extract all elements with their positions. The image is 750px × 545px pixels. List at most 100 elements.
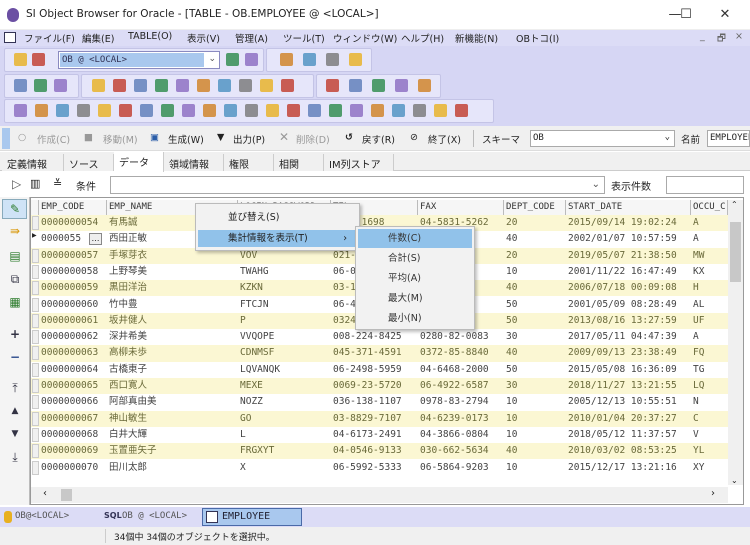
connect-icon[interactable] bbox=[14, 53, 27, 66]
csv-export-icon[interactable]: ▦ bbox=[8, 295, 22, 309]
cell-occu-c[interactable]: A bbox=[691, 215, 728, 231]
server-icon[interactable] bbox=[134, 79, 147, 92]
cell-fax[interactable]: 06-4922-6587 bbox=[418, 378, 504, 394]
table-index-icon[interactable] bbox=[56, 104, 69, 117]
cell-emp-code[interactable]: 0000000068 bbox=[39, 427, 107, 443]
row-selector[interactable] bbox=[32, 313, 39, 328]
cell-fax[interactable]: 0280-82-0083 bbox=[418, 329, 504, 345]
menu-item-show-summary[interactable]: 集計情報を表示(T) › bbox=[198, 230, 357, 247]
delete-row-icon[interactable]: − bbox=[8, 350, 22, 364]
table-row[interactable]: 0000000067 神山敏生 GO 03-8829-7107 04-6239-0173… bbox=[31, 410, 728, 427]
cell-occu-c[interactable]: AL bbox=[691, 297, 728, 313]
cell-login-password[interactable]: MEXE bbox=[238, 378, 331, 394]
row-selector[interactable] bbox=[32, 411, 39, 426]
sequence-icon[interactable] bbox=[182, 104, 195, 117]
add-row-icon[interactable]: + bbox=[8, 327, 22, 341]
package-icon[interactable] bbox=[119, 104, 132, 117]
cell-emp-code[interactable]: 0000000061 bbox=[39, 313, 107, 329]
cell-emp-code[interactable]: 0000000057 bbox=[39, 248, 107, 264]
cell-fax[interactable]: 0978-83-2794 bbox=[418, 394, 504, 410]
cell-occu-c[interactable]: MW bbox=[691, 248, 728, 264]
cell-dept-code[interactable]: 40 bbox=[504, 345, 566, 361]
row-selector[interactable] bbox=[32, 264, 39, 279]
user-icon[interactable] bbox=[92, 79, 105, 92]
cell-occu-c[interactable]: A bbox=[691, 329, 728, 345]
create-button[interactable]: 作成(C) bbox=[37, 132, 70, 146]
row-selector[interactable] bbox=[32, 395, 39, 410]
menu-file[interactable]: ファイル(F) bbox=[24, 31, 75, 45]
lib-icon[interactable] bbox=[434, 104, 447, 117]
task-sql[interactable]: OB @ <LOCAL> bbox=[122, 511, 187, 521]
cell-emp-code[interactable]: 0000000054 bbox=[39, 215, 107, 231]
row-selector[interactable] bbox=[32, 362, 39, 377]
table-row[interactable]: 0000000068 白井大輝 L 04-6173-2491 04-3866-0804 1… bbox=[31, 427, 728, 443]
tab-source[interactable]: ソース bbox=[64, 154, 114, 171]
key-icon[interactable] bbox=[35, 104, 48, 117]
help-book-icon[interactable] bbox=[349, 79, 362, 92]
cell-emp-code[interactable]: 0000000060 bbox=[39, 297, 107, 313]
reload-icon[interactable] bbox=[245, 53, 258, 66]
cell-occu-c[interactable]: LQ bbox=[691, 378, 728, 394]
condition-input[interactable]: ⌄ bbox=[110, 176, 605, 194]
menu-manage[interactable]: 管理(A) bbox=[235, 31, 268, 45]
cell-fax[interactable]: 04-3866-0804 bbox=[418, 427, 504, 443]
scroll-down-icon[interactable]: ⌄ bbox=[731, 476, 738, 485]
menu-item-sort[interactable]: 並び替え(S) bbox=[198, 209, 357, 226]
sql-search-icon[interactable] bbox=[372, 79, 385, 92]
vertical-scrollbar[interactable]: ⌃ ⌄ bbox=[728, 200, 743, 485]
function-icon[interactable] bbox=[98, 104, 111, 117]
table-row[interactable]: 0000000065 西口寛人 MEXE 0069-23-5720 06-4922-65… bbox=[31, 378, 728, 395]
cell-occu-c[interactable]: C bbox=[691, 411, 728, 427]
cell-occu-c[interactable]: KX bbox=[691, 264, 728, 280]
cell-occu-c[interactable]: N bbox=[691, 394, 728, 410]
cell-emp-name[interactable]: 白井大輝 bbox=[107, 427, 238, 443]
cell-emp-code[interactable]: 0000000059 bbox=[39, 280, 107, 296]
scroll-thumb[interactable] bbox=[730, 222, 741, 282]
table-view-icon[interactable] bbox=[54, 79, 67, 92]
cell-emp-name[interactable]: 坂井健人 bbox=[107, 313, 238, 329]
cell-dept-code[interactable]: 20 bbox=[504, 215, 566, 231]
cell-start-date[interactable]: 2009/09/13 23:38:49 bbox=[566, 345, 691, 361]
lock-icon[interactable] bbox=[155, 79, 168, 92]
view-icon[interactable] bbox=[140, 104, 153, 117]
cell-emp-code[interactable]: 0000000065 bbox=[39, 378, 107, 394]
menu-table[interactable]: TABLE(O) bbox=[128, 31, 172, 42]
cell-occu-c[interactable]: H bbox=[691, 280, 728, 296]
queue-icon[interactable] bbox=[350, 104, 363, 117]
cell-start-date[interactable]: 2015/09/14 19:02:24 bbox=[566, 215, 691, 231]
cell-start-date[interactable]: 2006/07/18 00:09:08 bbox=[566, 280, 691, 296]
cell-login-password[interactable]: VVQOPE bbox=[238, 329, 331, 345]
menu-tools[interactable]: ツール(T) bbox=[283, 31, 325, 45]
cell-tel[interactable]: 03-8829-7107 bbox=[331, 411, 418, 427]
inspect-icon[interactable] bbox=[395, 79, 408, 92]
cell-occu-c[interactable]: YL bbox=[691, 443, 728, 459]
import-icon[interactable] bbox=[326, 79, 339, 92]
cell-login-password[interactable]: TWAHG bbox=[238, 264, 331, 280]
cell-dept-code[interactable]: 50 bbox=[504, 297, 566, 313]
cell-start-date[interactable]: 2018/11/27 13:21:55 bbox=[566, 378, 691, 394]
cell-occu-c[interactable]: V bbox=[691, 427, 728, 443]
export-icon[interactable] bbox=[418, 79, 431, 92]
cell-emp-name[interactable]: 黒田洋治 bbox=[107, 280, 238, 296]
menu-window[interactable]: ウィンドウ(W) bbox=[333, 31, 397, 45]
menu-item-sum[interactable]: 合計(S) bbox=[358, 249, 472, 268]
job-icon[interactable] bbox=[371, 104, 384, 117]
table-row[interactable]: 0000000063 高柳未歩 CDNMSF 045-371-4591 0372-85-… bbox=[31, 345, 728, 362]
maximize-button[interactable]: ☐ bbox=[671, 4, 701, 26]
menu-item-max[interactable]: 最大(M) bbox=[358, 289, 472, 308]
link-icon[interactable] bbox=[329, 104, 342, 117]
row-selector[interactable] bbox=[32, 460, 39, 475]
cell-emp-code[interactable]: 0000000066 bbox=[39, 394, 107, 410]
cell-start-date[interactable]: 2015/05/08 16:36:09 bbox=[566, 362, 691, 378]
next-row-icon[interactable]: ▼ bbox=[8, 427, 22, 441]
cell-dept-code[interactable]: 20 bbox=[504, 248, 566, 264]
table-view-icon[interactable]: ▥ bbox=[30, 177, 40, 190]
scroll-left-icon[interactable]: ‹ bbox=[43, 488, 47, 499]
cell-emp-code[interactable]: 0000000067 bbox=[39, 411, 107, 427]
row-selector[interactable] bbox=[32, 379, 39, 393]
cell-fax[interactable]: 04-6468-2000 bbox=[418, 362, 504, 378]
schema-select[interactable]: OB ⌄ bbox=[530, 130, 675, 147]
task-employee[interactable]: EMPLOYEE bbox=[202, 508, 302, 526]
cell-occu-c[interactable]: UF bbox=[691, 313, 728, 329]
move-button[interactable]: 移動(M) bbox=[103, 132, 138, 146]
